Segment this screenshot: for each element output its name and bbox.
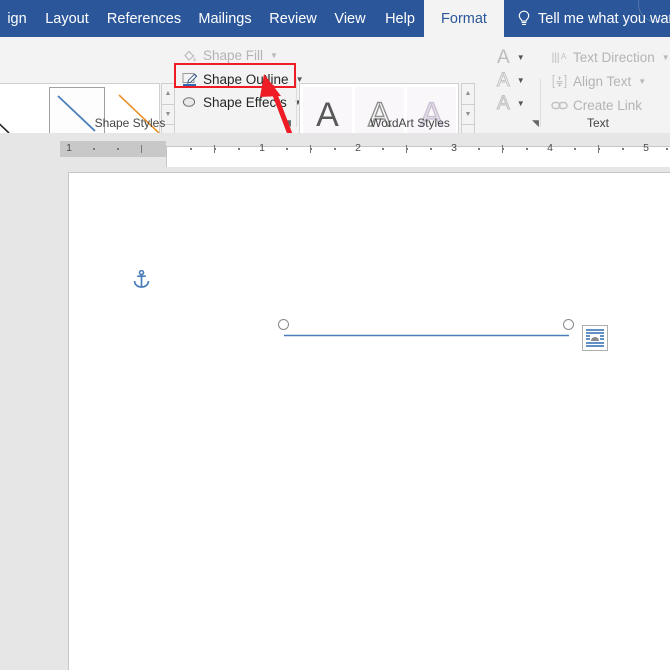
create-link-label: Create Link [573, 98, 643, 113]
anchor-icon [133, 269, 150, 289]
lightbulb-icon [517, 10, 531, 28]
word-window: ign Layout References Mailings Review Vi… [0, 0, 670, 670]
tab-view[interactable]: View [326, 0, 374, 37]
ruler-left-margin [60, 141, 166, 157]
chevron-down-icon[interactable]: ▼ [517, 76, 525, 85]
create-link-icon [551, 98, 568, 114]
align-text-icon [551, 74, 568, 90]
text-effects-button[interactable]: A ▼ [497, 92, 525, 114]
text-outline-glyph: A [497, 69, 511, 91]
tab-label: Help [385, 10, 415, 27]
tab-mailings[interactable]: Mailings [190, 0, 260, 37]
shape-effects-icon [181, 95, 198, 111]
tell-me-search[interactable]: Tell me what you want [517, 0, 670, 37]
shape-effects-button[interactable]: Shape Effects ▼ [181, 93, 302, 112]
ruler-number: 3 [451, 142, 457, 154]
gallery-scroll-up-button[interactable]: ▲ [161, 83, 175, 105]
text-direction-icon: A [551, 50, 568, 66]
align-text-label: Align Text [573, 74, 632, 89]
shape-fill-label: Shape Fill [203, 48, 264, 63]
tell-me-label: Tell me what you want [538, 10, 670, 27]
pen-outline-icon [181, 72, 198, 88]
tab-label: Mailings [198, 10, 252, 27]
shape-fill-button[interactable]: Shape Fill ▼ [181, 46, 278, 65]
tab-help[interactable]: Help [376, 0, 424, 37]
shape-styles-dialog-launcher[interactable]: ◥ [282, 118, 293, 129]
text-effects-glyph: A [497, 92, 511, 114]
ruler-number: 2 [355, 142, 361, 154]
wordart-scroll-up-button[interactable]: ▲ [461, 83, 475, 105]
straight-line-connector[interactable] [284, 324, 569, 337]
shape-handle-end[interactable] [563, 319, 574, 330]
tab-format[interactable]: Format [424, 0, 504, 37]
paint-bucket-icon [181, 48, 198, 64]
tab-label: View [334, 10, 366, 27]
chevron-down-icon[interactable]: ▼ [517, 53, 525, 62]
create-link-button[interactable]: Create Link [551, 96, 642, 115]
group-label-wordart-styles: WordArt Styles [370, 116, 450, 130]
horizontal-ruler[interactable]: 1 1 2 3 4 5 [0, 133, 670, 644]
chevron-down-icon[interactable]: ▼ [662, 53, 670, 62]
tab-label: ign [7, 10, 27, 27]
text-outline-button[interactable]: A ▼ [497, 69, 525, 91]
tab-layout[interactable]: Layout [36, 0, 98, 37]
shape-outline-button[interactable]: Shape Outline ▼ [181, 70, 303, 89]
text-direction-button[interactable]: A Text Direction ▼ [551, 48, 670, 67]
ruler-number: 1 [66, 142, 72, 154]
tab-label: Layout [45, 10, 89, 27]
svg-text:A: A [561, 52, 567, 61]
text-fill-button[interactable]: A ▼ [497, 46, 525, 68]
chevron-down-icon[interactable]: ▼ [517, 99, 525, 108]
text-direction-label: Text Direction [573, 50, 655, 65]
group-label-shape-styles: Shape Styles [94, 116, 166, 130]
chevron-down-icon[interactable]: ▼ [270, 51, 278, 60]
ruler-number: 4 [547, 142, 553, 154]
tab-label: Format [441, 10, 487, 27]
document-canvas[interactable] [0, 167, 670, 670]
shape-effects-label: Shape Effects [203, 95, 287, 110]
group-label-text: Text [586, 116, 609, 130]
text-fill-glyph: A [497, 46, 510, 68]
align-text-button[interactable]: Align Text ▼ [551, 72, 646, 91]
tab-review[interactable]: Review [262, 0, 324, 37]
chevron-down-icon[interactable]: ▼ [638, 77, 646, 86]
tab-label: Review [269, 10, 317, 27]
ruler-number: 5 [643, 142, 649, 154]
shape-outline-label: Shape Outline [203, 72, 289, 87]
group-separator [540, 79, 541, 127]
tab-design[interactable]: ign [0, 0, 34, 37]
ribbon: ▲ ▼ ▼ Shape Fill ▼ [0, 37, 670, 147]
ruler-number: 1 [259, 142, 265, 154]
tab-label: References [106, 10, 182, 27]
group-separator [296, 79, 297, 127]
tab-references[interactable]: References [100, 0, 188, 37]
ribbon-tab-strip: ign Layout References Mailings Review Vi… [0, 0, 670, 37]
layout-options-button[interactable] [582, 325, 608, 351]
shape-handle-start[interactable] [278, 319, 289, 330]
document-page[interactable] [68, 172, 670, 670]
ruler-track: 1 1 2 3 4 5 [0, 141, 670, 644]
